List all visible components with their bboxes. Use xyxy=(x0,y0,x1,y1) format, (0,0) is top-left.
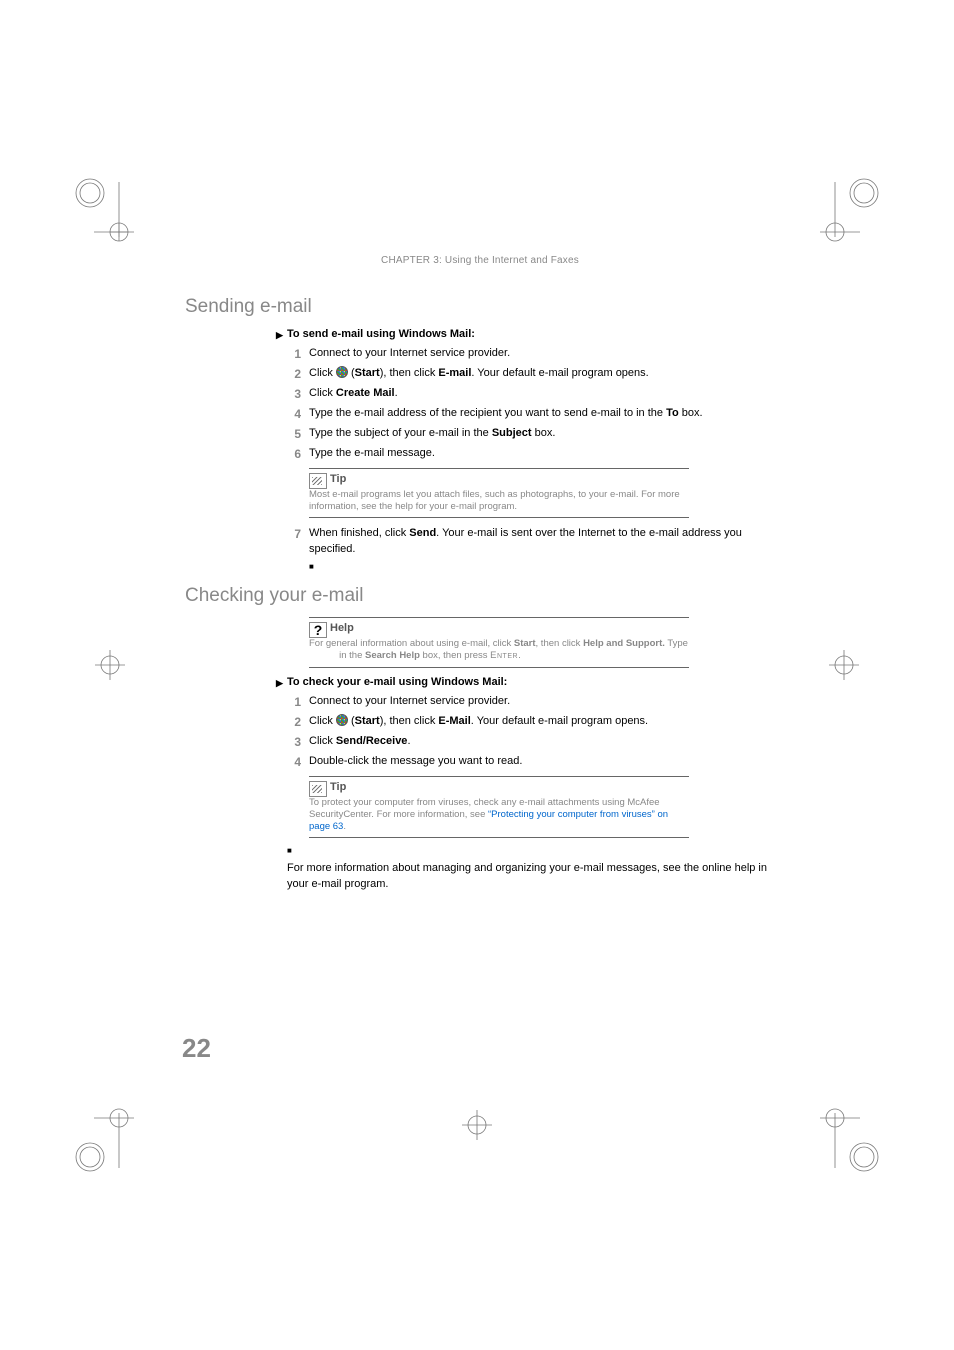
closing-paragraph: For more information about managing and … xyxy=(287,861,775,892)
step-text: Connect to your Internet service provide… xyxy=(309,347,510,359)
callout-body: Most e-mail programs let you attach file… xyxy=(309,489,680,512)
callout-body: Help and Support. xyxy=(583,638,665,649)
step-number: 4 xyxy=(287,406,301,423)
tip-callout: Tip Most e-mail programs let you attach … xyxy=(309,468,689,519)
callout-body: . xyxy=(343,821,346,832)
step-number: 2 xyxy=(287,366,301,383)
step-text: E-Mail xyxy=(438,715,470,727)
step-text: ( xyxy=(348,367,355,379)
step-list: 7When finished, click Send. Your e-mail … xyxy=(287,526,775,558)
callout-body: Type xyxy=(665,638,688,649)
step-number: 7 xyxy=(287,526,301,543)
step-number: 1 xyxy=(287,694,301,711)
step-item: 5Type the subject of your e-mail in the … xyxy=(287,426,775,442)
step-text: . Your default e-mail program opens. xyxy=(471,715,648,727)
callout-title: Tip xyxy=(330,473,346,485)
step-text: Click xyxy=(309,387,336,399)
callout-title: Tip xyxy=(330,781,346,793)
crop-mark-icon xyxy=(74,1083,134,1173)
step-text: box. xyxy=(532,427,556,439)
chapter-header: CHAPTER 3: Using the Internet and Faxes xyxy=(185,255,775,266)
callout-body: . xyxy=(518,650,521,661)
step-text: Send/Receive xyxy=(336,735,408,747)
step-text: When finished, click xyxy=(309,527,409,539)
step-number: 1 xyxy=(287,346,301,363)
procedure-heading-text: To check your e-mail using Windows Mail: xyxy=(287,676,507,688)
callout-body: box, then press xyxy=(420,650,490,661)
step-text: Start xyxy=(355,715,380,727)
step-text: Double-click the message you want to rea… xyxy=(309,755,522,767)
step-item: 6 Type the e-mail message. xyxy=(287,446,775,462)
step-text: Type the e-mail address of the recipient… xyxy=(309,407,666,419)
procedure-heading-text: To send e-mail using Windows Mail: xyxy=(287,328,475,340)
procedure-heading: ▶ To send e-mail using Windows Mail: xyxy=(287,328,775,340)
callout-body: Search Help xyxy=(365,650,420,661)
page-content: CHAPTER 3: Using the Internet and Faxes … xyxy=(185,255,775,892)
callout-body: Enter xyxy=(490,650,518,661)
help-callout: Help For general information about using… xyxy=(309,617,689,668)
step-text: Subject xyxy=(492,427,532,439)
step-text: . xyxy=(407,735,410,747)
windows-logo-icon xyxy=(336,714,348,726)
end-mark-icon: ■ xyxy=(309,562,775,571)
crop-mark-icon xyxy=(820,1083,880,1173)
step-item: 7When finished, click Send. Your e-mail … xyxy=(287,526,775,558)
tip-icon xyxy=(309,473,327,489)
triangle-icon: ▶ xyxy=(276,330,283,341)
section-heading-checking: Checking your e-mail xyxy=(185,585,775,607)
step-number: 2 xyxy=(287,714,301,731)
help-icon xyxy=(309,622,327,638)
step-text: . Your default e-mail program opens. xyxy=(471,367,648,379)
step-text: box. xyxy=(679,407,703,419)
step-text: E-mail xyxy=(438,367,471,379)
step-number: 5 xyxy=(287,426,301,443)
crop-mark-icon xyxy=(829,650,859,680)
step-item: 2 Click (Start), then click E-Mail. Your … xyxy=(287,714,775,730)
step-text: Click xyxy=(309,367,336,379)
step-text: . xyxy=(395,387,398,399)
step-item: 3 Click Create Mail. xyxy=(287,386,775,402)
crop-mark-icon xyxy=(820,177,880,267)
step-list: 1 Connect to your Internet service provid… xyxy=(287,346,775,462)
step-text: Type the subject of your e-mail in the xyxy=(309,427,492,439)
triangle-icon: ▶ xyxy=(276,678,283,689)
step-text: ), then click xyxy=(380,715,439,727)
windows-logo-icon xyxy=(336,366,348,378)
step-text: Start xyxy=(355,367,380,379)
step-item: 1 Connect to your Internet service provid… xyxy=(287,694,775,710)
end-mark-icon: ■ xyxy=(287,846,775,855)
step-text: Click xyxy=(309,735,336,747)
step-item: 4 Double-click the message you want to re… xyxy=(287,754,775,770)
step-list: 1 Connect to your Internet service provid… xyxy=(287,694,775,770)
tip-icon xyxy=(309,781,327,797)
crop-mark-icon xyxy=(462,1110,492,1140)
page-number: 22 xyxy=(182,1033,211,1064)
step-text: To xyxy=(666,407,679,419)
step-item: 1 Connect to your Internet service provid… xyxy=(287,346,775,362)
section-heading-sending: Sending e-mail xyxy=(185,296,775,318)
step-text: Send xyxy=(409,527,436,539)
step-number: 4 xyxy=(287,754,301,771)
step-text: Create Mail xyxy=(336,387,395,399)
callout-body: For general information about using e-ma… xyxy=(309,638,514,649)
crop-mark-icon xyxy=(74,177,134,267)
step-text: Type the e-mail message. xyxy=(309,447,435,459)
procedure-heading: ▶ To check your e-mail using Windows Mai… xyxy=(287,676,775,688)
callout-body: in the xyxy=(336,650,365,661)
callout-body: , then click xyxy=(536,638,584,649)
step-text: Click xyxy=(309,715,336,727)
step-number: 6 xyxy=(287,446,301,463)
step-number: 3 xyxy=(287,386,301,403)
step-item: 4 Type the e-mail address of the recipien… xyxy=(287,406,775,422)
step-text: ), then click xyxy=(380,367,439,379)
step-text: Connect to your Internet service provide… xyxy=(309,695,510,707)
step-number: 3 xyxy=(287,734,301,751)
step-item: 3 Click Send/Receive. xyxy=(287,734,775,750)
crop-mark-icon xyxy=(95,650,125,680)
callout-body: Start xyxy=(514,638,536,649)
tip-callout: Tip To protect your computer from viruse… xyxy=(309,776,689,839)
callout-title: Help xyxy=(330,622,354,634)
step-item: 2 Click (Start), then click E-mail. Your … xyxy=(287,366,775,382)
step-text: ( xyxy=(348,715,355,727)
